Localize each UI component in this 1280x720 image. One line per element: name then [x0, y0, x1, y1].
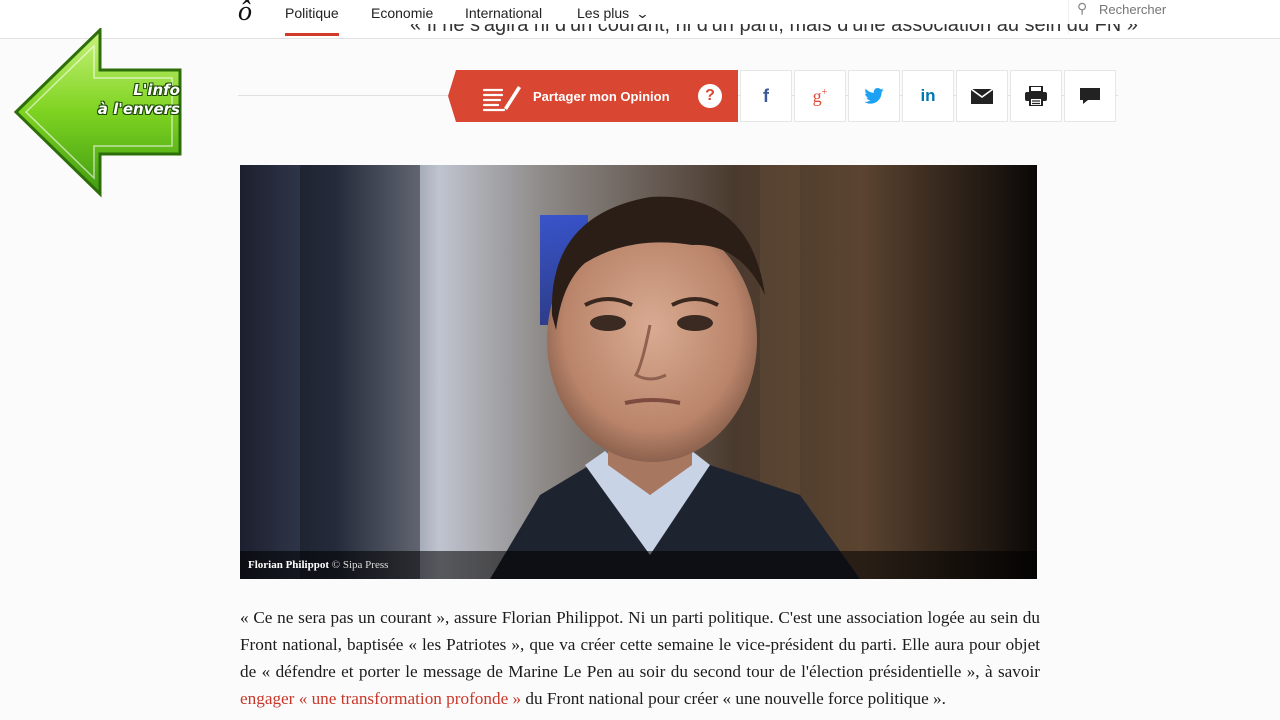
- comment-button[interactable]: [1064, 70, 1116, 122]
- mail-icon: [971, 88, 993, 104]
- comment-icon: [1080, 88, 1100, 104]
- nav-item-international[interactable]: International: [465, 5, 542, 21]
- article-body: « Ce ne sera pas un courant », assure Fl…: [240, 604, 1040, 712]
- overlay-line-1: L'info: [133, 81, 180, 99]
- article-text-before-link: « Ce ne sera pas un courant », assure Fl…: [240, 608, 1040, 681]
- nav-item-les-plus[interactable]: Les plus ⌄: [577, 5, 650, 22]
- photo-caption: Florian Philippot © Sipa Press: [240, 551, 1037, 579]
- search-icon: ⚲: [1077, 0, 1088, 16]
- facebook-share-button[interactable]: f: [740, 70, 792, 122]
- twitter-icon: [864, 88, 884, 104]
- overlay-text: L'info à l'envers: [38, 81, 180, 119]
- site-logo[interactable]: ô: [238, 0, 252, 28]
- pen-notes-icon: [482, 86, 521, 112]
- nav-item-les-plus-label: Les plus: [577, 5, 630, 21]
- portrait-image: [240, 165, 1037, 579]
- google-plus-share-button[interactable]: g+: [794, 70, 846, 122]
- share-bar: Partager mon Opinion ? f g+ in: [238, 68, 1118, 124]
- article-subtitle: « Il ne s'agira ni d'un courant, ni d'un…: [410, 24, 1190, 46]
- nav-item-politique[interactable]: Politique: [285, 5, 339, 36]
- facebook-icon: f: [763, 85, 769, 106]
- google-plus-icon: g+: [812, 85, 828, 106]
- nav-item-economie[interactable]: Economie: [371, 5, 433, 21]
- linkedin-share-button[interactable]: in: [902, 70, 954, 122]
- overlay-line-2: à l'envers: [97, 100, 180, 118]
- mail-share-button[interactable]: [956, 70, 1008, 122]
- caption-name: Florian Philippot: [248, 559, 329, 571]
- linkedin-icon: in: [920, 86, 936, 105]
- print-button[interactable]: [1010, 70, 1062, 122]
- article-paragraph: « Ce ne sera pas un courant », assure Fl…: [240, 604, 1040, 712]
- info-arrow-overlay: L'info à l'envers: [12, 26, 184, 198]
- twitter-share-button[interactable]: [848, 70, 900, 122]
- share-opinion-label: Partager mon Opinion: [533, 89, 670, 104]
- share-opinion-button[interactable]: Partager mon Opinion ?: [448, 70, 738, 122]
- article-photo: Florian Philippot © Sipa Press: [240, 165, 1037, 579]
- article-text-after-link: du Front national pour créer « une nouve…: [521, 689, 946, 708]
- search-input[interactable]: [1097, 1, 1271, 18]
- article-link[interactable]: engager « une transformation profonde »: [240, 689, 521, 708]
- article-subtitle-text: « Il ne s'agira ni d'un courant, ni d'un…: [410, 24, 1138, 36]
- caption-credit: © Sipa Press: [331, 559, 389, 571]
- help-icon[interactable]: ?: [698, 84, 722, 108]
- chevron-down-icon: ⌄: [635, 6, 650, 21]
- print-icon: [1025, 86, 1047, 106]
